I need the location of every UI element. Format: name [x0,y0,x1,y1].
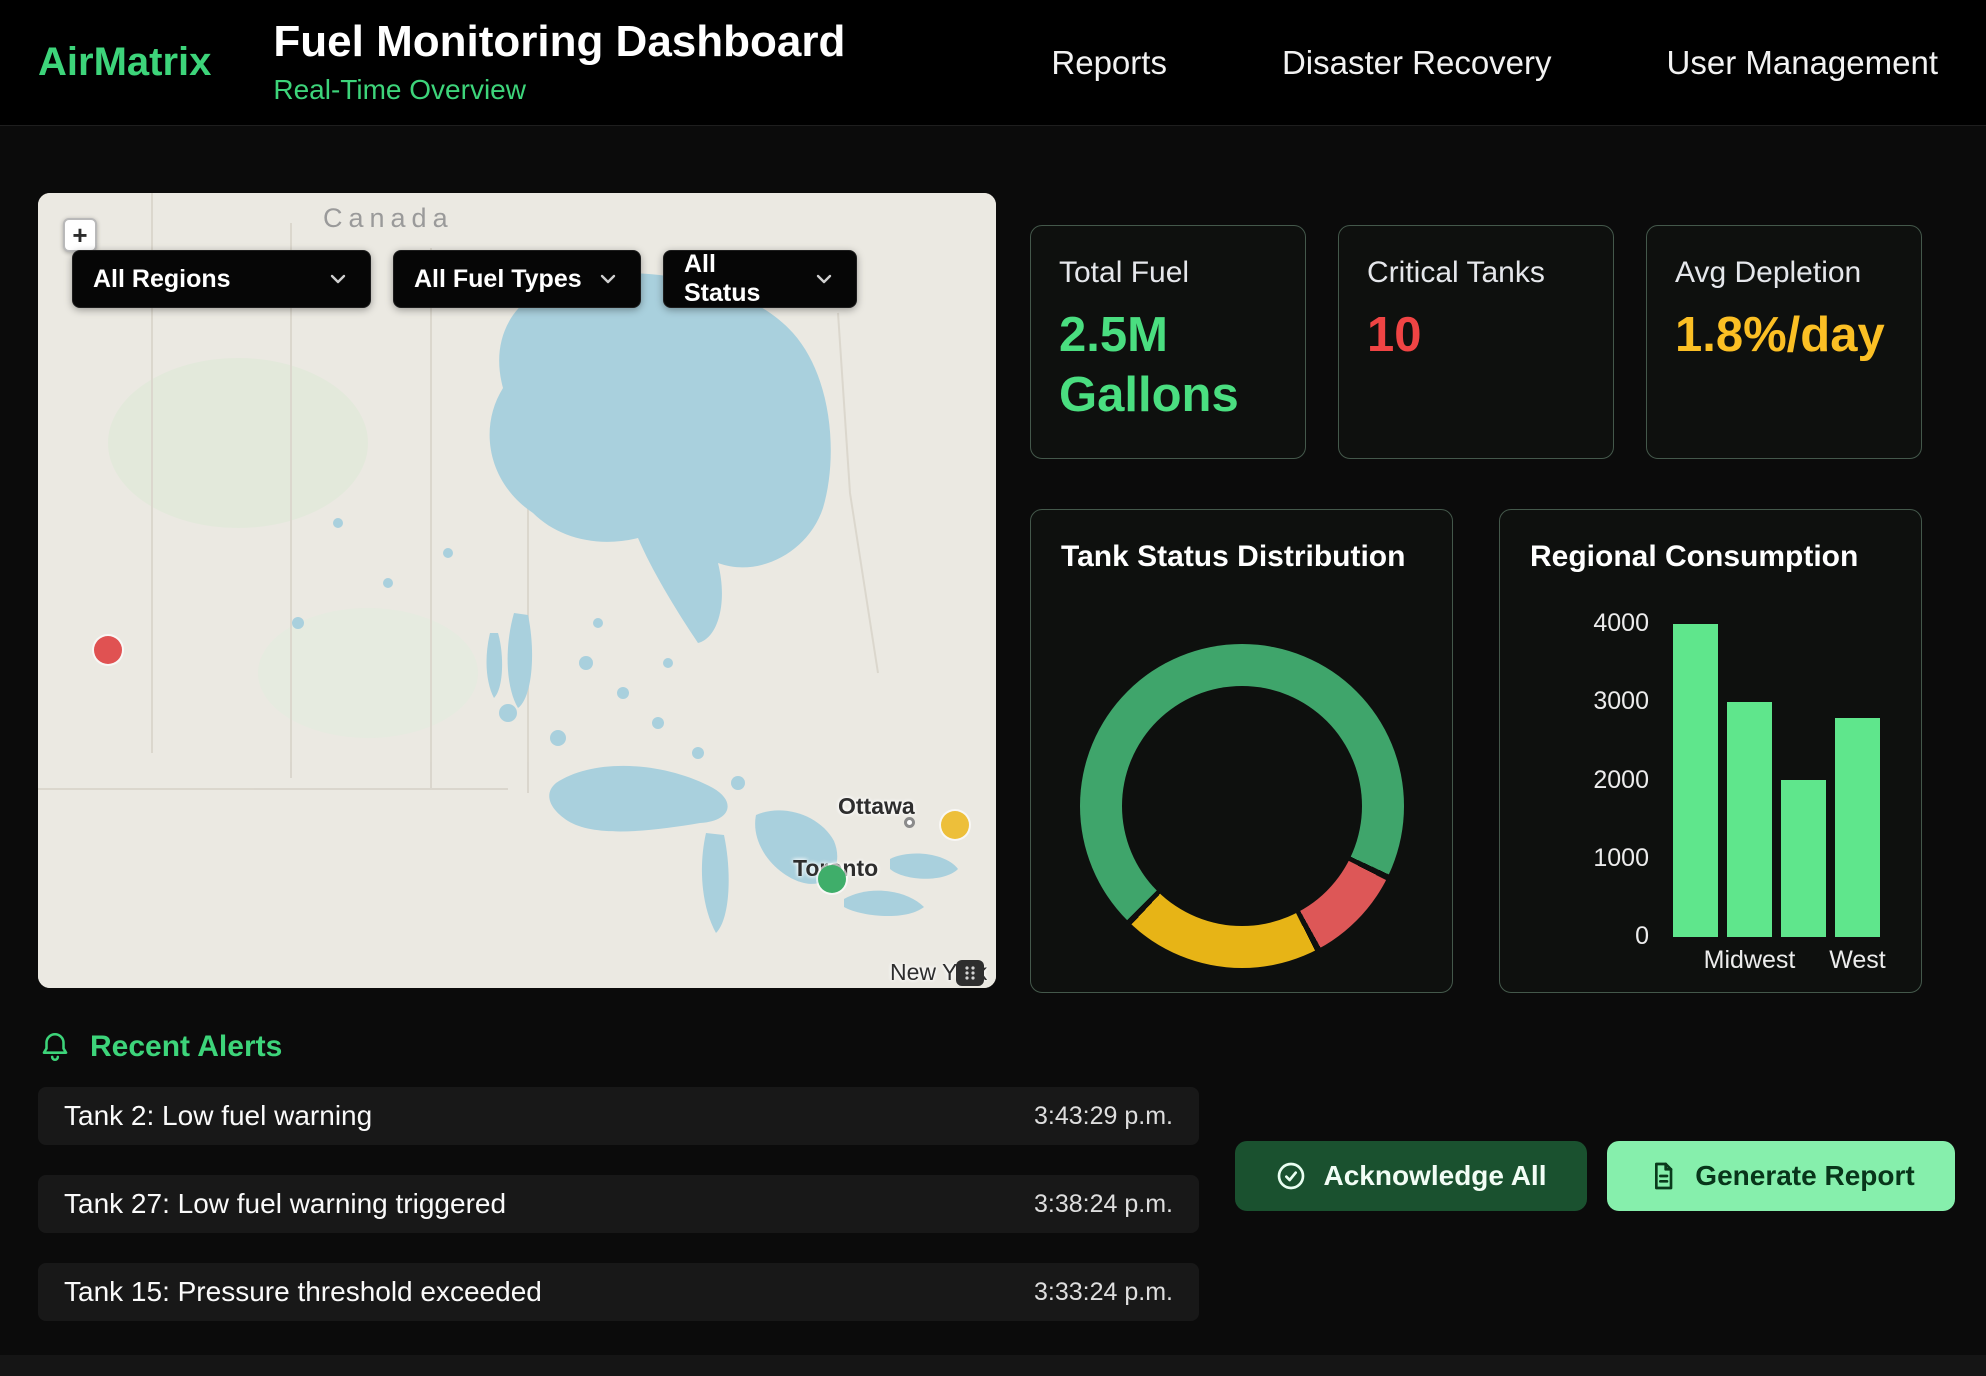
alert-row: Tank 15: Pressure threshold exceeded 3:3… [38,1263,1199,1321]
bell-icon [38,1030,72,1064]
bar-x-label: West [1829,946,1886,975]
stat-label: Avg Depletion [1675,256,1893,290]
tank-status-chart-card: Tank Status Distribution [1030,509,1453,993]
app-header: AirMatrix Fuel Monitoring Dashboard Real… [0,0,1986,126]
page-subtitle: Real-Time Overview [273,74,845,106]
bar-chart: 01000200030004000 MidwestWest [1530,624,1891,977]
status-filter-value: All Status [684,250,798,308]
stat-value-critical-tanks: 10 [1367,306,1585,366]
alerts-header: Recent Alerts [38,1029,1948,1065]
charts-row: Tank Status Distribution Regional Consum… [1030,509,1922,993]
bar: Midwest [1727,702,1772,937]
alert-actions: Acknowledge All Generate Report [1235,1141,1955,1211]
alerts-heading: Recent Alerts [90,1030,282,1064]
map-label-canada: Canada [323,203,454,234]
alert-time: 3:38:24 p.m. [1034,1190,1173,1219]
alert-row: Tank 27: Low fuel warning triggered 3:38… [38,1175,1199,1233]
recent-alerts-section: Recent Alerts Tank 2: Low fuel warning 3… [0,1029,1986,1321]
region-filter-value: All Regions [93,265,231,294]
alert-time: 3:43:29 p.m. [1034,1102,1173,1131]
title-block: Fuel Monitoring Dashboard Real-Time Over… [273,19,845,105]
document-icon [1647,1160,1679,1192]
map-resize-handle[interactable] [956,960,984,986]
status-filter-select[interactable]: All Status [663,250,857,308]
check-circle-icon [1275,1160,1307,1192]
stat-card-total-fuel: Total Fuel 2.5M Gallons [1030,225,1306,459]
chevron-down-icon [326,267,350,291]
donut-ring [1080,644,1404,968]
alert-message: Tank 27: Low fuel warning triggered [64,1188,506,1220]
bottom-edge [0,1355,1986,1376]
map-zoom-in-button[interactable]: + [63,218,97,252]
bar-y-tick: 1000 [1593,844,1649,873]
acknowledge-all-label: Acknowledge All [1323,1160,1546,1192]
metrics-column: Total Fuel 2.5M Gallons Critical Tanks 1… [1030,225,1922,993]
brand-logo[interactable]: AirMatrix [38,40,211,85]
bar-y-tick: 0 [1635,922,1649,951]
tank-marker-critical[interactable] [94,636,122,664]
region-filter-select[interactable]: All Regions [72,250,371,308]
bar-y-tick: 2000 [1593,766,1649,795]
nav-disaster-recovery[interactable]: Disaster Recovery [1282,44,1552,82]
grip-dots-icon [962,965,978,981]
bar-y-tick: 4000 [1593,609,1649,638]
stat-value-total-fuel: 2.5M Gallons [1059,306,1277,426]
main-nav: Reports Disaster Recovery User Managemen… [1051,44,1938,82]
donut-hole [1122,686,1362,926]
generate-report-label: Generate Report [1695,1160,1914,1192]
tank-map[interactable]: Canada Ottawa Toronto New York + All Reg… [38,193,996,988]
bar [1781,780,1826,937]
stat-card-critical-tanks: Critical Tanks 10 [1338,225,1614,459]
donut-chart [1061,644,1422,968]
stat-label: Total Fuel [1059,256,1277,290]
bar [1673,624,1718,937]
tank-marker-warning[interactable] [941,811,969,839]
generate-report-button[interactable]: Generate Report [1607,1141,1955,1211]
stat-label: Critical Tanks [1367,256,1585,290]
bar: West [1835,718,1880,937]
fuel-type-filter-select[interactable]: All Fuel Types [393,250,641,308]
nav-reports[interactable]: Reports [1051,44,1167,82]
regional-consumption-chart-card: Regional Consumption 0 1000 2000 3000 4000 M… [1499,509,1922,993]
bar-x-label: Midwest [1704,946,1796,975]
alert-row: Tank 2: Low fuel warning 3:43:29 p.m. [38,1087,1199,1145]
alert-list: Tank 2: Low fuel warning 3:43:29 p.m. Ta… [38,1087,1199,1321]
page-title: Fuel Monitoring Dashboard [273,19,845,65]
map-label-ottawa: Ottawa [838,793,915,820]
ottawa-town-dot [904,817,915,828]
bar-y-axis: 01000200030004000 [1530,624,1665,937]
acknowledge-all-button[interactable]: Acknowledge All [1235,1141,1587,1211]
nav-user-management[interactable]: User Management [1667,44,1938,82]
bar-y-tick: 3000 [1593,687,1649,716]
map-filter-row: All Regions All Fuel Types All Status [72,250,857,308]
stats-row: Total Fuel 2.5M Gallons Critical Tanks 1… [1030,225,1922,459]
chevron-down-icon [596,267,620,291]
alert-time: 3:33:24 p.m. [1034,1278,1173,1307]
chart-title: Regional Consumption [1530,540,1891,574]
tank-marker-normal[interactable] [818,865,846,893]
bar-series: Midwest West [1673,624,1880,937]
stat-card-avg-depletion: Avg Depletion 1.8%/day [1646,225,1922,459]
stat-value-avg-depletion: 1.8%/day [1675,306,1893,366]
chevron-down-icon [812,267,836,291]
fuel-monitoring-dashboard: AirMatrix Fuel Monitoring Dashboard Real… [0,0,1986,1376]
chart-title: Tank Status Distribution [1061,540,1422,574]
alert-message: Tank 2: Low fuel warning [64,1100,372,1132]
main-content: Canada Ottawa Toronto New York + All Reg… [0,193,1986,993]
alert-message: Tank 15: Pressure threshold exceeded [64,1276,542,1308]
fuel-type-filter-value: All Fuel Types [414,265,582,294]
